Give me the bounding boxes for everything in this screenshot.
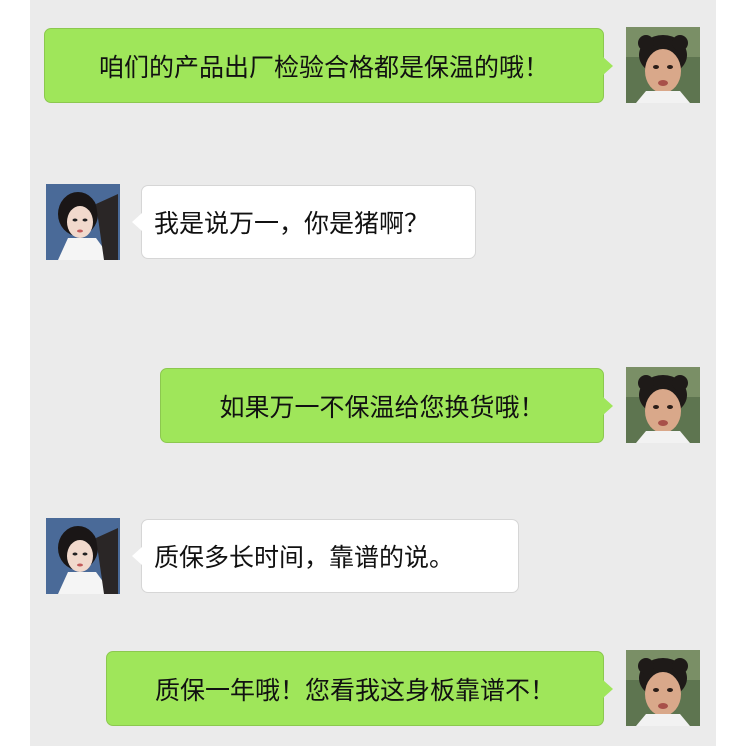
message-bubble-received[interactable]: 我是说万一，你是猪啊？	[132, 185, 476, 259]
chat-area: 咱们的产品出厂检验合格都是保温的哦！ 我是说万一，你是猪啊？ 如果万一不保温给您…	[30, 0, 716, 746]
self-avatar[interactable]	[626, 367, 700, 443]
self-avatar-image	[626, 367, 700, 443]
message-bubble-sent[interactable]: 咱们的产品出厂检验合格都是保温的哦！	[44, 28, 613, 103]
message-text: 质保一年哦！您看我这身板靠谱不！	[154, 675, 555, 705]
contact-avatar-image	[46, 184, 120, 260]
self-avatar[interactable]	[626, 27, 700, 103]
message-text: 质保多长时间，靠谱的说。	[154, 543, 455, 572]
self-avatar-image	[626, 27, 700, 103]
self-avatar[interactable]	[626, 650, 700, 726]
message-text: 如果万一不保温给您换货哦！	[219, 392, 545, 422]
contact-avatar[interactable]	[46, 184, 120, 260]
message-text: 我是说万一，你是猪啊？	[154, 209, 430, 238]
message-bubble-received[interactable]: 质保多长时间，靠谱的说。	[132, 519, 519, 593]
message-bubble-sent[interactable]: 质保一年哦！您看我这身板靠谱不！	[106, 651, 613, 726]
contact-avatar[interactable]	[46, 518, 120, 594]
message-text: 咱们的产品出厂检验合格都是保温的哦！	[98, 52, 549, 82]
message-bubble-sent[interactable]: 如果万一不保温给您换货哦！	[160, 368, 613, 443]
contact-avatar-image	[46, 518, 120, 594]
self-avatar-image	[626, 650, 700, 726]
